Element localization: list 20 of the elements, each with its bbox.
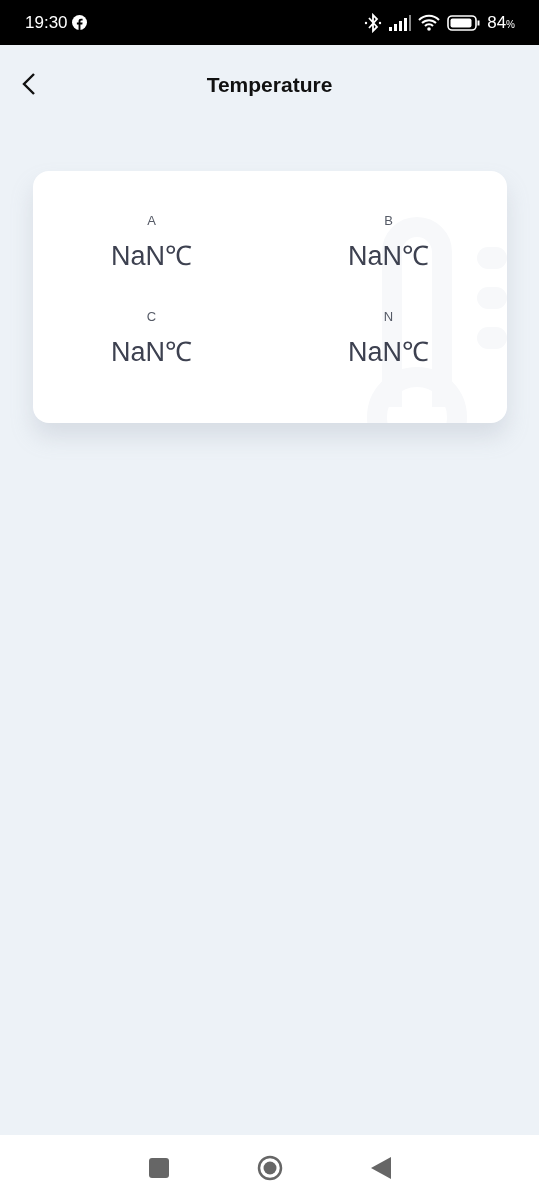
battery-icon — [447, 14, 481, 31]
facebook-icon — [71, 15, 87, 30]
battery-level: 84% — [487, 12, 515, 33]
home-button[interactable] — [256, 1154, 283, 1181]
page-title: Temperature — [206, 73, 333, 97]
temperature-value: NaN℃ — [111, 240, 192, 273]
temperature-value: NaN℃ — [348, 336, 429, 369]
chevron-left-icon — [22, 72, 36, 96]
status-time: 19:30 — [25, 12, 68, 33]
signal-icon — [389, 14, 412, 31]
temperature-value: NaN℃ — [111, 336, 192, 369]
recents-button[interactable] — [148, 1157, 169, 1178]
back-nav-button[interactable] — [370, 1156, 391, 1179]
phase-label: B — [384, 213, 393, 228]
phase-label: N — [383, 309, 394, 324]
phase-label: A — [147, 213, 156, 228]
phase-label: C — [146, 309, 157, 324]
wifi-icon — [418, 14, 441, 31]
bluetooth-icon — [364, 12, 383, 33]
temperature-value: NaN℃ — [348, 240, 429, 273]
